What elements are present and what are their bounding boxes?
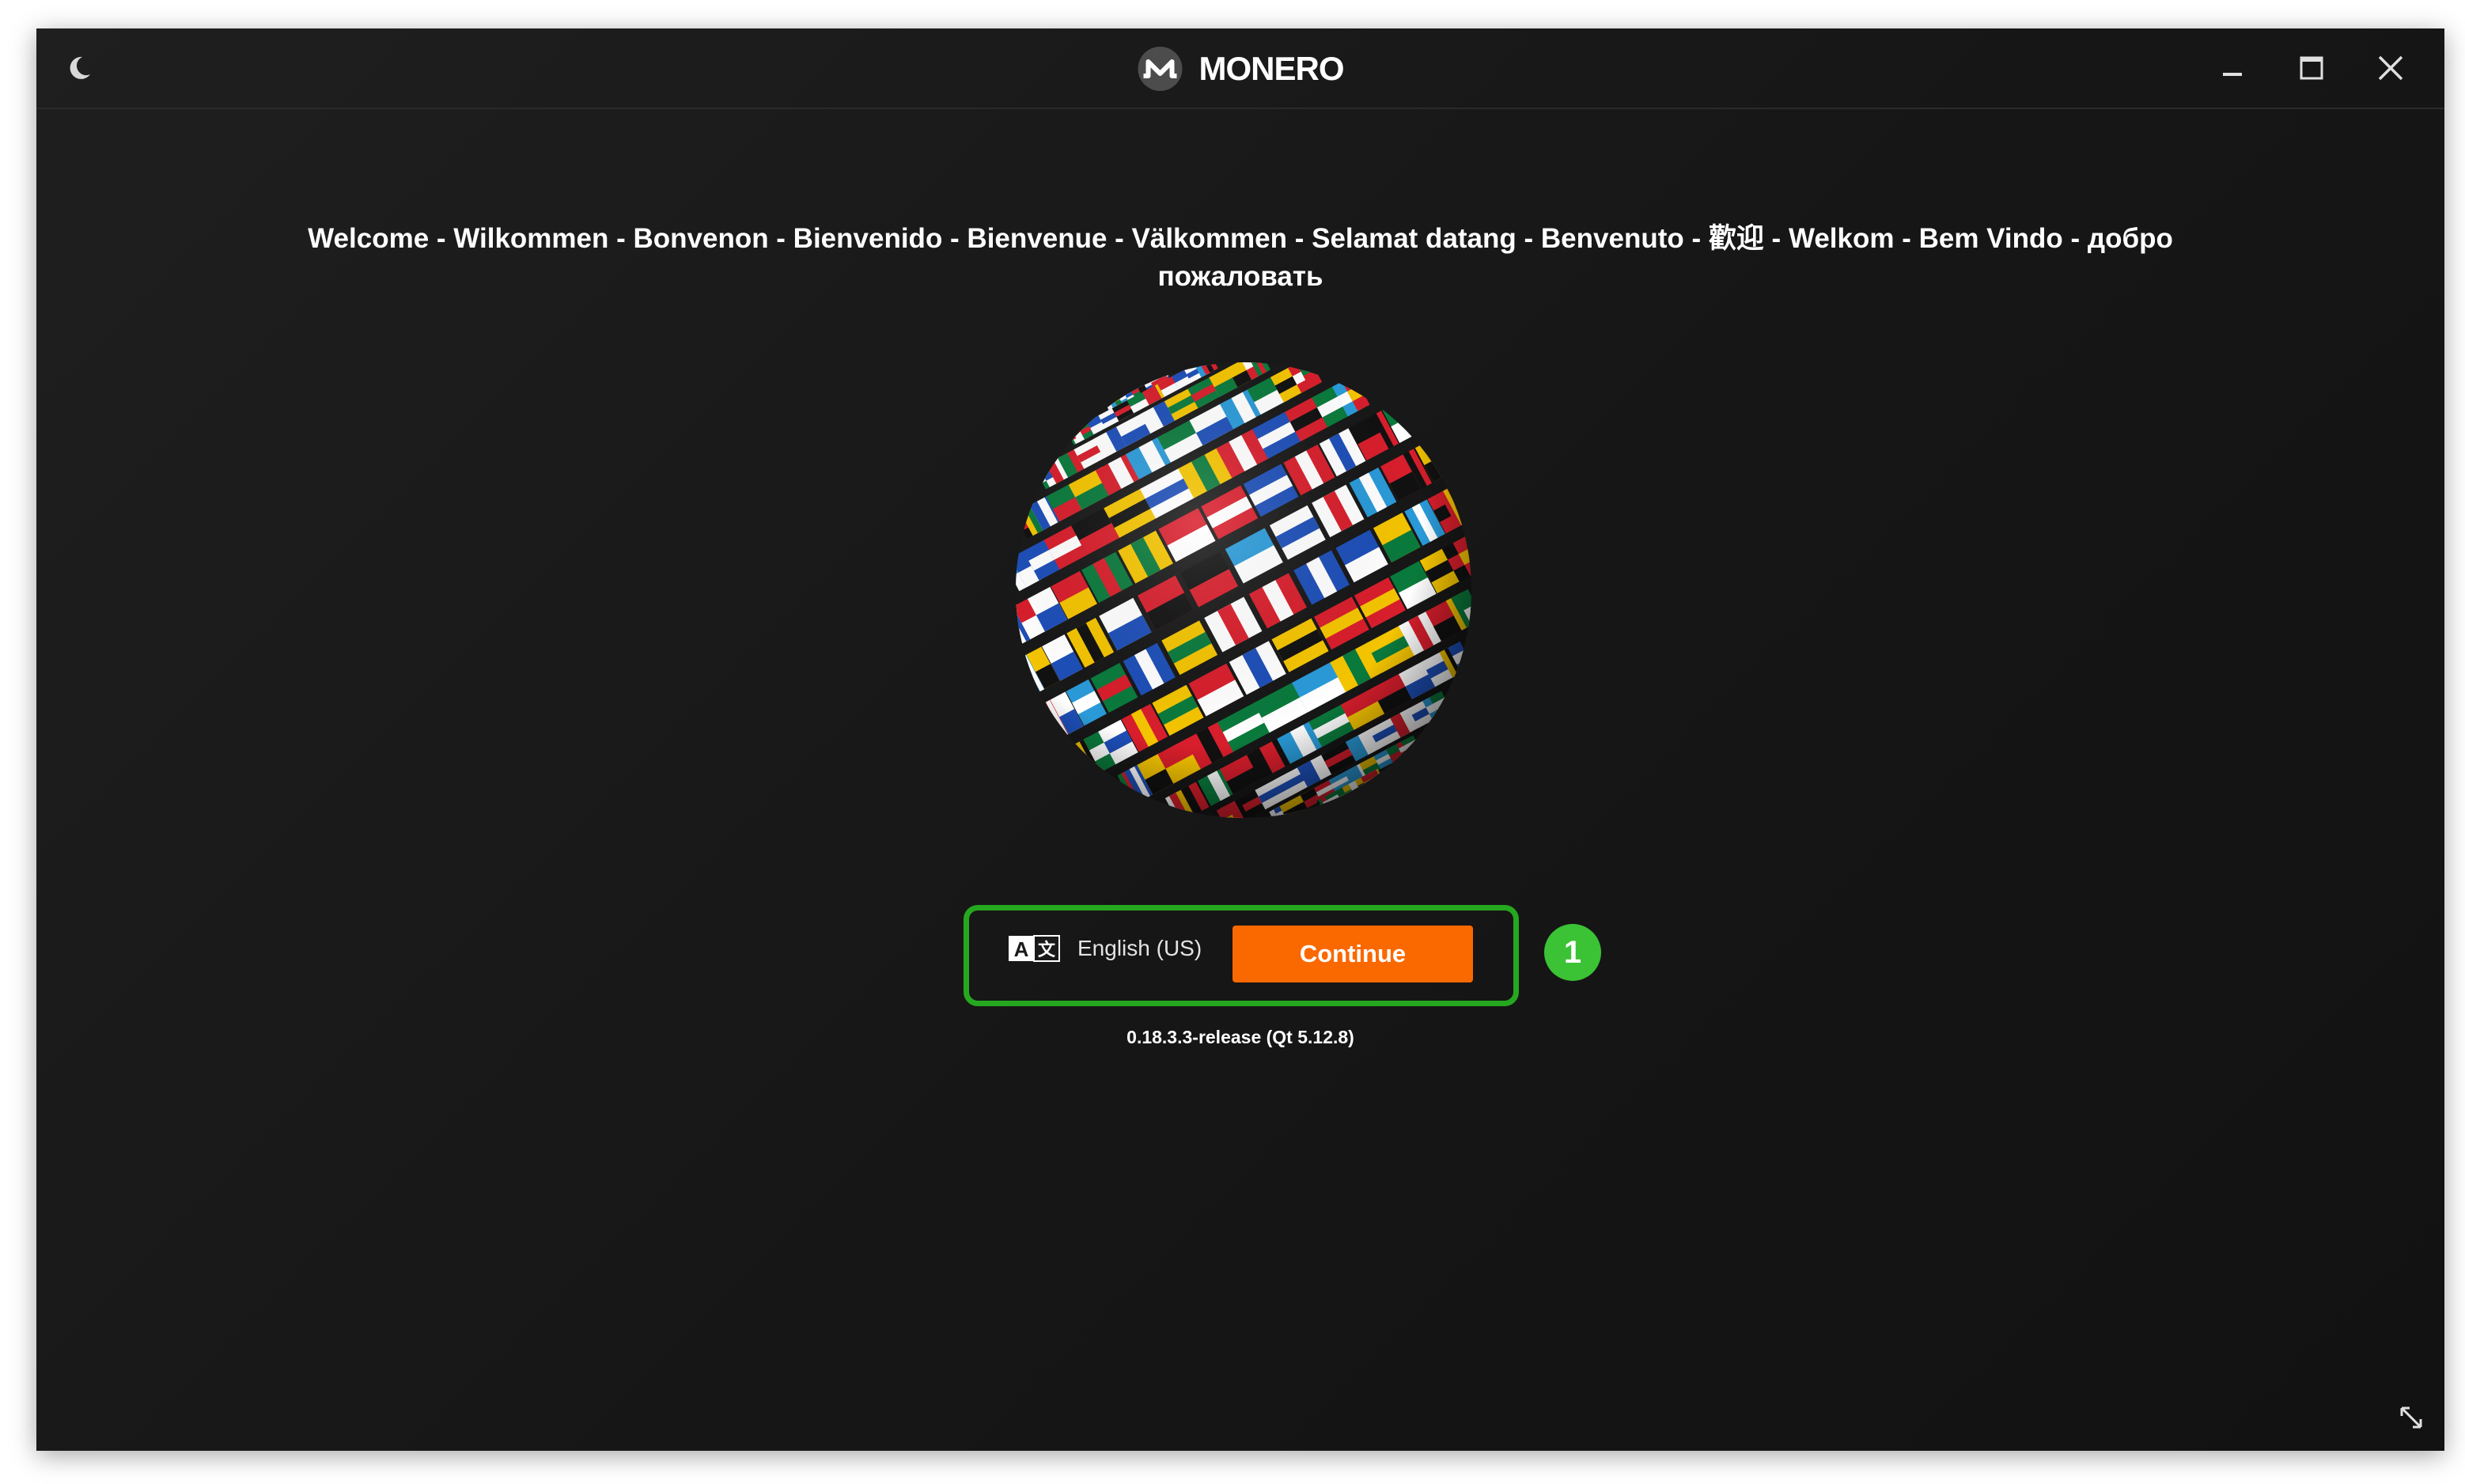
version-label: 0.18.3.3-release (Qt 5.12.8)	[1126, 1027, 1354, 1047]
resize-icon[interactable]	[2395, 1402, 2427, 1433]
app-brand: MONERO	[1138, 46, 1345, 92]
svg-text:A: A	[1014, 937, 1029, 961]
step-number-badge: 1	[1544, 924, 1601, 981]
close-icon[interactable]	[2368, 46, 2413, 90]
translate-icon[interactable]: A 文	[1008, 935, 1060, 962]
app-title: MONERO	[1198, 50, 1345, 87]
svg-text:文: 文	[1038, 940, 1056, 960]
flags-globe-image	[1011, 358, 1476, 823]
globe-graphic	[1016, 362, 1471, 818]
monero-logo-icon	[1138, 47, 1183, 91]
title-bar: MONERO	[36, 28, 2444, 109]
welcome-message: Welcome - Wilkommen - Bonvenon - Bienven…	[308, 223, 2173, 292]
continue-button[interactable]: Continue	[1232, 926, 1473, 982]
minimize-icon[interactable]	[2210, 46, 2255, 90]
maximize-icon[interactable]	[2289, 46, 2334, 90]
language-selector[interactable]: English (US)	[1077, 933, 1202, 964]
app-window: MONERO Welcome - Wilkommen - Bonvenon - …	[36, 28, 2444, 1451]
moon-icon[interactable]	[63, 52, 95, 84]
